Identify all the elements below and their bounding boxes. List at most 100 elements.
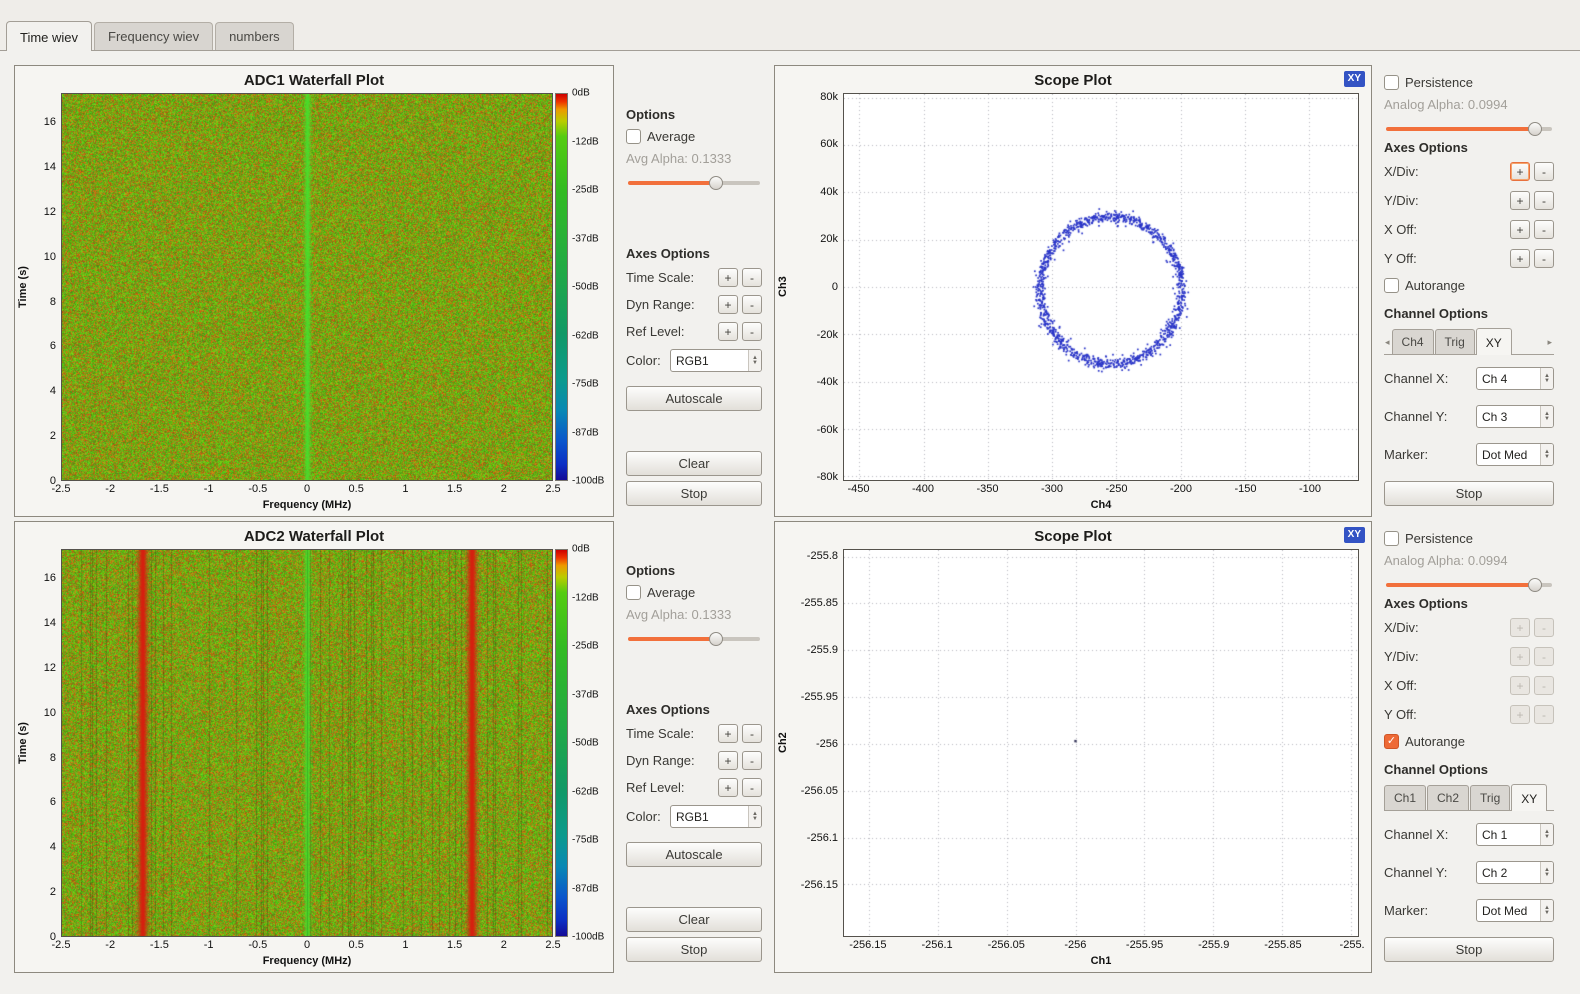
tab-xy[interactable]: XY bbox=[1511, 784, 1547, 811]
waterfall-canvas[interactable] bbox=[61, 549, 553, 937]
tab-time-wiev[interactable]: Time wiev bbox=[6, 21, 92, 51]
tab-frequency-wiev[interactable]: Frequency wiev bbox=[94, 22, 213, 50]
spin-down-icon[interactable]: ▼ bbox=[1544, 873, 1550, 878]
ref-level-minus-button[interactable]: - bbox=[742, 322, 762, 341]
xy-badge[interactable]: XY bbox=[1344, 71, 1365, 87]
tab-trig[interactable]: Trig bbox=[1435, 329, 1475, 354]
tabs-scroll-right-icon[interactable]: ▸ bbox=[1546, 337, 1554, 354]
channel-x-select[interactable]: Ch 1 ▲▼ bbox=[1476, 823, 1554, 846]
spin-down-icon[interactable]: ▼ bbox=[1544, 417, 1550, 422]
spin-down-icon[interactable]: ▼ bbox=[752, 361, 758, 366]
tab-trig[interactable]: Trig bbox=[1470, 785, 1510, 810]
x-off-minus-button[interactable]: - bbox=[1534, 676, 1554, 695]
y-div-minus-button[interactable]: - bbox=[1534, 647, 1554, 666]
y-tick-label: 16 bbox=[44, 572, 56, 584]
x-tick-label: -200 bbox=[1170, 483, 1192, 495]
dyn-range-minus-button[interactable]: - bbox=[742, 295, 762, 314]
channel-x-label: Channel X: bbox=[1384, 371, 1476, 386]
autorange-checkbox[interactable]: Autorange bbox=[1384, 278, 1554, 293]
stop-button[interactable]: Stop bbox=[626, 481, 762, 506]
spin-down-icon[interactable]: ▼ bbox=[1544, 835, 1550, 840]
x-off-plus-button[interactable]: + bbox=[1510, 220, 1530, 239]
channel-y-select[interactable]: Ch 3 ▲▼ bbox=[1476, 405, 1554, 428]
y-div-minus-button[interactable]: - bbox=[1534, 191, 1554, 210]
tab-ch1[interactable]: Ch1 bbox=[1384, 785, 1426, 810]
y-div-plus-button[interactable]: + bbox=[1510, 647, 1530, 666]
color-select[interactable]: RGB1 ▲▼ bbox=[670, 349, 762, 372]
xy-badge[interactable]: XY bbox=[1344, 527, 1365, 543]
persistence-checkbox[interactable]: Persistence bbox=[1384, 75, 1554, 90]
channel-tabs: ◂ Ch4 Trig XY ▸ bbox=[1384, 328, 1554, 355]
x-axis-ticks: -2.5-2-1.5-1-0.500.511.522.5 bbox=[61, 937, 553, 954]
x-off-plus-button[interactable]: + bbox=[1510, 676, 1530, 695]
y-axis-ticks: -255.8-255.85-255.9-255.95-256-256.05-25… bbox=[791, 549, 843, 937]
tab-ch4[interactable]: Ch4 bbox=[1392, 329, 1434, 354]
marker-select[interactable]: Dot Med ▲▼ bbox=[1476, 899, 1554, 922]
persistence-checkbox[interactable]: Persistence bbox=[1384, 531, 1554, 546]
x-tick-label: 0.5 bbox=[349, 483, 364, 495]
average-checkbox[interactable]: Average bbox=[626, 129, 762, 144]
stop-button[interactable]: Stop bbox=[1384, 481, 1554, 506]
slider-knob[interactable] bbox=[1528, 122, 1542, 136]
ref-level-plus-button[interactable]: + bbox=[718, 778, 738, 797]
slider-knob[interactable] bbox=[1528, 578, 1542, 592]
y-tick-label: 14 bbox=[44, 617, 56, 629]
y-off-plus-button[interactable]: + bbox=[1510, 705, 1530, 724]
channel-y-label: Channel Y: bbox=[1384, 409, 1476, 424]
scope-canvas[interactable] bbox=[843, 549, 1359, 937]
autorange-checkbox[interactable]: ✓ Autorange bbox=[1384, 734, 1554, 749]
time-scale-minus-button[interactable]: - bbox=[742, 268, 762, 287]
clear-button[interactable]: Clear bbox=[626, 907, 762, 932]
spin-down-icon[interactable]: ▼ bbox=[752, 817, 758, 822]
waterfall-controls: Options Average Avg Alpha: 0.1333 Axes O… bbox=[618, 521, 768, 973]
slider-knob[interactable] bbox=[709, 632, 723, 646]
channel-x-select[interactable]: Ch 4 ▲▼ bbox=[1476, 367, 1554, 390]
dyn-range-plus-button[interactable]: + bbox=[718, 751, 738, 770]
marker-select[interactable]: Dot Med ▲▼ bbox=[1476, 443, 1554, 466]
y-off-plus-button[interactable]: + bbox=[1510, 249, 1530, 268]
time-scale-plus-button[interactable]: + bbox=[718, 268, 738, 287]
clear-button[interactable]: Clear bbox=[626, 451, 762, 476]
y-off-minus-button[interactable]: - bbox=[1534, 705, 1554, 724]
x-off-minus-button[interactable]: - bbox=[1534, 220, 1554, 239]
time-scale-plus-button[interactable]: + bbox=[718, 724, 738, 743]
analog-alpha-slider[interactable] bbox=[1386, 121, 1552, 130]
color-select[interactable]: RGB1 ▲▼ bbox=[670, 805, 762, 828]
x-div-plus-button[interactable]: + bbox=[1510, 618, 1530, 637]
ref-level-plus-button[interactable]: + bbox=[718, 322, 738, 341]
color-label: Color: bbox=[626, 353, 670, 368]
y-tick-label: -256.1 bbox=[807, 832, 838, 844]
ref-level-minus-button[interactable]: - bbox=[742, 778, 762, 797]
analog-alpha-slider[interactable] bbox=[1386, 577, 1552, 586]
avg-alpha-slider[interactable] bbox=[628, 175, 760, 190]
time-scale-minus-button[interactable]: - bbox=[742, 724, 762, 743]
stop-button[interactable]: Stop bbox=[626, 937, 762, 962]
average-checkbox[interactable]: Average bbox=[626, 585, 762, 600]
stop-button[interactable]: Stop bbox=[1384, 937, 1554, 962]
spin-down-icon[interactable]: ▼ bbox=[1544, 379, 1550, 384]
tab-numbers[interactable]: numbers bbox=[215, 22, 294, 50]
spin-down-icon[interactable]: ▼ bbox=[1544, 911, 1550, 916]
waterfall-canvas[interactable] bbox=[61, 93, 553, 481]
autoscale-button[interactable]: Autoscale bbox=[626, 842, 762, 867]
dyn-range-minus-button[interactable]: - bbox=[742, 751, 762, 770]
y-div-plus-button[interactable]: + bbox=[1510, 191, 1530, 210]
slider-knob[interactable] bbox=[709, 176, 723, 190]
x-div-plus-button[interactable]: + bbox=[1510, 162, 1530, 181]
avg-alpha-slider[interactable] bbox=[628, 631, 760, 646]
autoscale-button[interactable]: Autoscale bbox=[626, 386, 762, 411]
colorbar-tick-label: -62dB bbox=[572, 786, 599, 797]
y-off-minus-button[interactable]: - bbox=[1534, 249, 1554, 268]
scope-canvas[interactable] bbox=[843, 93, 1359, 481]
spin-down-icon[interactable]: ▼ bbox=[1544, 455, 1550, 460]
tab-xy[interactable]: XY bbox=[1476, 328, 1512, 355]
channel-y-select[interactable]: Ch 2 ▲▼ bbox=[1476, 861, 1554, 884]
x-div-minus-button[interactable]: - bbox=[1534, 618, 1554, 637]
y-tick-label: -255.9 bbox=[807, 644, 838, 656]
tab-ch2[interactable]: Ch2 bbox=[1427, 785, 1469, 810]
x-div-minus-button[interactable]: - bbox=[1534, 162, 1554, 181]
y-tick-label: -40k bbox=[817, 376, 838, 388]
x-axis-label: Frequency (MHz) bbox=[61, 498, 553, 516]
dyn-range-plus-button[interactable]: + bbox=[718, 295, 738, 314]
tabs-scroll-left-icon[interactable]: ◂ bbox=[1384, 337, 1392, 354]
